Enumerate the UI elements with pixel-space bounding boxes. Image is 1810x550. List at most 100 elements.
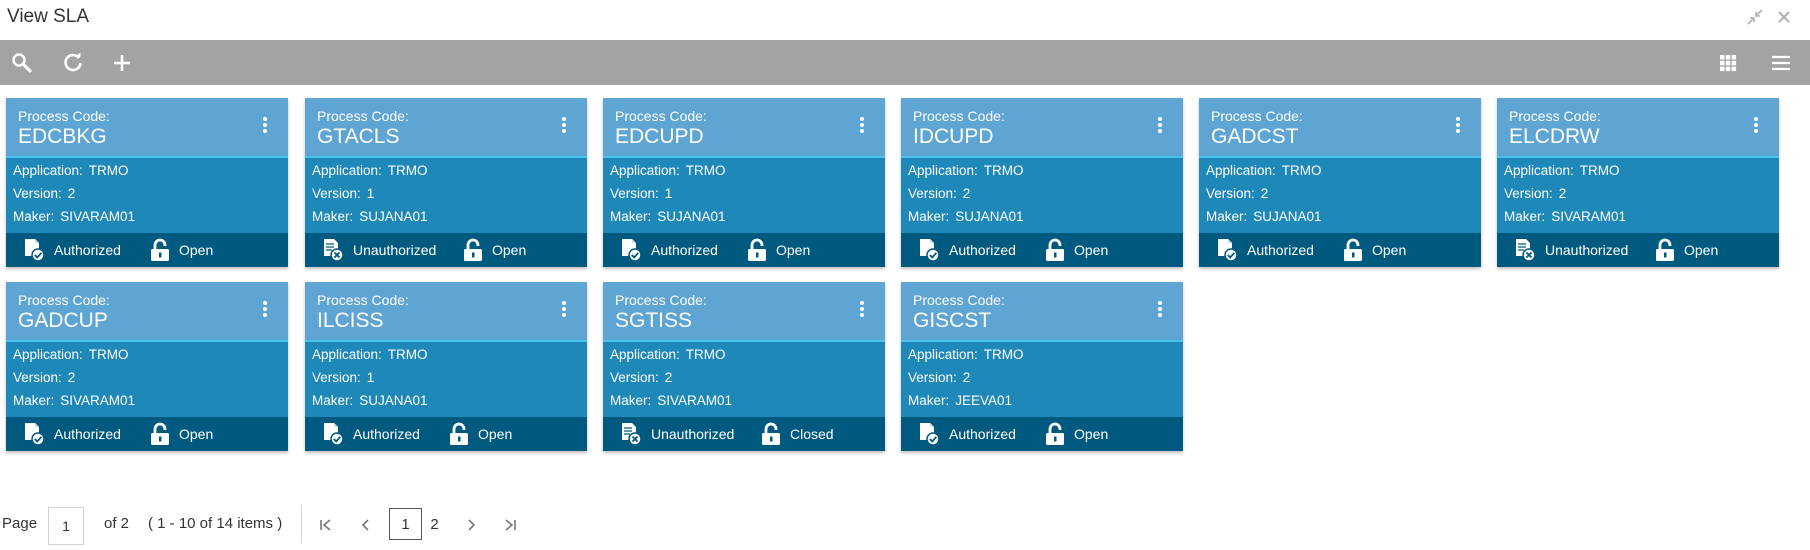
auth-status: Authorized (22, 238, 121, 262)
maker-label: Maker: (1504, 209, 1546, 224)
sla-card[interactable]: Process Code: GADCUP Application: TRMO Ve… (6, 282, 288, 451)
auth-status-label: Unauthorized (353, 242, 437, 258)
window-title: View SLA (7, 6, 90, 27)
version-label: Version: (908, 186, 957, 201)
unlock-icon (1656, 238, 1674, 261)
maker-label: Maker: (13, 209, 55, 224)
unlock-icon (748, 238, 766, 261)
application-value: TRMO (387, 163, 428, 178)
card-footer: Unauthorized Closed (603, 417, 885, 451)
version-label: Version: (13, 370, 62, 385)
auth-status-label: Authorized (54, 242, 121, 258)
unauthorized-doc-icon (622, 423, 642, 446)
unlock-icon (1046, 422, 1064, 445)
auth-status-label: Authorized (949, 242, 1016, 258)
lock-status-label: Open (1684, 242, 1719, 258)
title-bar: View SLA (0, 0, 1810, 40)
maker-value: SIVARAM01 (657, 393, 733, 408)
sla-card[interactable]: Process Code: EDCUPD Application: TRMO Ve… (603, 98, 885, 267)
first-page-icon[interactable] (310, 509, 342, 541)
kebab-menu-icon[interactable] (557, 298, 571, 320)
search-icon[interactable] (8, 49, 36, 77)
unauthorized-doc-icon (1516, 239, 1536, 262)
version-row: Version: 1 (610, 186, 672, 201)
lock-status: Closed (760, 422, 834, 446)
application-row: Application: TRMO (908, 347, 1024, 362)
sla-card[interactable]: Process Code: ELCDRW Application: TRMO Ve… (1497, 98, 1779, 267)
page-2-button[interactable]: 2 (418, 508, 451, 540)
card-header: Process Code: GADCUP (6, 282, 288, 342)
maker-value: SUJANA01 (359, 209, 428, 224)
auth-status-label: Authorized (651, 242, 718, 258)
process-code-label: Process Code: (18, 292, 110, 308)
application-row: Application: TRMO (1206, 163, 1322, 178)
auth-status-label: Unauthorized (651, 426, 735, 442)
sla-card[interactable]: Process Code: ILCISS Application: TRMO Ve… (305, 282, 587, 451)
page-number-input[interactable] (48, 507, 84, 545)
application-value: TRMO (685, 163, 726, 178)
sla-card[interactable]: Process Code: GADCST Application: TRMO Ve… (1199, 98, 1481, 267)
process-code-label: Process Code: (317, 292, 409, 308)
card-footer: Authorized Open (305, 417, 587, 451)
maker-row: Maker: SIVARAM01 (1504, 209, 1626, 224)
process-code-label: Process Code: (913, 108, 1005, 124)
version-value: 1 (664, 186, 673, 201)
maker-row: Maker: SUJANA01 (610, 209, 726, 224)
close-icon[interactable] (1772, 5, 1796, 29)
items-summary: ( 1 - 10 of 14 items ) (148, 515, 283, 532)
refresh-icon[interactable] (59, 49, 87, 77)
kebab-menu-icon[interactable] (1749, 114, 1763, 136)
kebab-menu-icon[interactable] (855, 298, 869, 320)
grid-view-icon[interactable] (1714, 49, 1742, 77)
application-label: Application: (312, 163, 382, 178)
sla-card[interactable]: Process Code: EDCBKG Application: TRMO Ve… (6, 98, 288, 267)
lock-status: Open (149, 238, 213, 262)
application-value: TRMO (983, 347, 1024, 362)
sla-card[interactable]: Process Code: IDCUPD Application: TRMO Ve… (901, 98, 1183, 267)
version-value: 2 (67, 370, 76, 385)
kebab-menu-icon[interactable] (1153, 114, 1167, 136)
sla-card[interactable]: Process Code: GTACLS Application: TRMO Ve… (305, 98, 587, 267)
sla-card-grid: Process Code: EDCBKG Application: TRMO Ve… (0, 85, 1810, 470)
authorized-doc-icon (1218, 239, 1238, 262)
minimize-icon[interactable] (1743, 5, 1767, 29)
card-header: Process Code: EDCUPD (603, 98, 885, 158)
version-label: Version: (1504, 186, 1553, 201)
card-footer: Unauthorized Open (305, 233, 587, 267)
kebab-menu-icon[interactable] (258, 114, 272, 136)
kebab-menu-icon[interactable] (855, 114, 869, 136)
application-row: Application: TRMO (13, 347, 129, 362)
pager-divider (301, 505, 302, 543)
next-page-icon[interactable] (455, 509, 487, 541)
card-header: Process Code: ILCISS (305, 282, 587, 342)
maker-label: Maker: (908, 393, 950, 408)
card-footer: Authorized Open (603, 233, 885, 267)
kebab-menu-icon[interactable] (1153, 298, 1167, 320)
version-row: Version: 2 (908, 186, 970, 201)
list-view-icon[interactable] (1767, 49, 1795, 77)
application-row: Application: TRMO (312, 347, 428, 362)
process-code-value: IDCUPD (913, 125, 994, 148)
last-page-icon[interactable] (494, 509, 526, 541)
kebab-menu-icon[interactable] (258, 298, 272, 320)
sla-card[interactable]: Process Code: SGTISS Application: TRMO Ve… (603, 282, 885, 451)
maker-label: Maker: (610, 209, 652, 224)
card-header: Process Code: GADCST (1199, 98, 1481, 158)
maker-row: Maker: SIVARAM01 (610, 393, 732, 408)
version-row: Version: 2 (610, 370, 672, 385)
card-footer: Authorized Open (901, 417, 1183, 451)
application-value: TRMO (88, 347, 129, 362)
unlock-icon (464, 238, 482, 261)
lock-status: Open (149, 422, 213, 446)
auth-status: Authorized (917, 422, 1016, 446)
kebab-menu-icon[interactable] (1451, 114, 1465, 136)
kebab-menu-icon[interactable] (557, 114, 571, 136)
add-icon[interactable] (108, 49, 136, 77)
sla-card[interactable]: Process Code: GISCST Application: TRMO Ve… (901, 282, 1183, 451)
auth-status-label: Authorized (353, 426, 420, 442)
maker-value: SIVARAM01 (60, 393, 136, 408)
previous-page-icon[interactable] (350, 509, 382, 541)
page-label: Page (2, 515, 38, 532)
version-label: Version: (1206, 186, 1255, 201)
card-footer: Unauthorized Open (1497, 233, 1779, 267)
